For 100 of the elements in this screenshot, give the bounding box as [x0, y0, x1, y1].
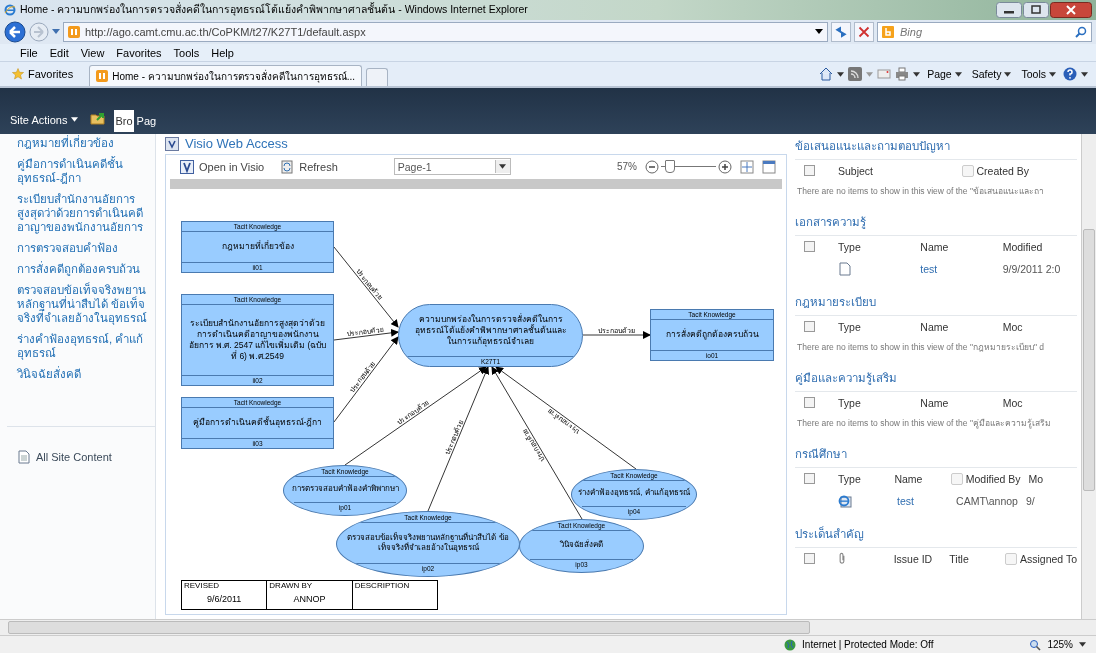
nav-link[interactable]: ตรวจสอบข้อเท็จจริงพยานหลักฐานที่น่าสืบได้ ข้อเท็จจริงที่จำเลยอ้างในอุทธรณ์	[7, 280, 155, 327]
list-title[interactable]: ประเด็นสำคัญ	[795, 521, 1077, 548]
minimize-button[interactable]	[996, 1, 1022, 18]
select-all-checkbox[interactable]	[804, 473, 815, 485]
menu-item[interactable]: View	[80, 46, 105, 59]
nav-link[interactable]: ระเบียบสำนักงานอัยการสูงสุดว่าด้วยการดำเนินคดีอาญาของพนักงานอัยการ	[7, 189, 155, 236]
caret-icon[interactable]	[837, 71, 845, 77]
command-menu[interactable]: Page	[924, 68, 965, 81]
list-title[interactable]: ข้อเสนอแนะและถามตอบปัญหา	[795, 133, 1077, 160]
command-menu[interactable]: Tools	[1018, 68, 1059, 81]
nav-link[interactable]: วินิจฉัยสั่งคดี	[7, 364, 155, 383]
column-header[interactable]: Name	[894, 472, 923, 485]
zoom-menu[interactable]: 125%	[1047, 639, 1073, 651]
filter-checkbox[interactable]	[961, 164, 974, 177]
column-header[interactable]: Type	[838, 320, 861, 333]
caret-icon	[954, 71, 962, 77]
column-header[interactable]: Subject	[838, 164, 874, 177]
caret-icon[interactable]	[1079, 642, 1086, 648]
column-header[interactable]: Assigned To	[1019, 552, 1077, 565]
horizontal-scrollbar[interactable]	[0, 619, 1096, 636]
select-all-checkbox[interactable]	[804, 397, 815, 409]
column-header[interactable]: Name	[920, 240, 949, 253]
magnifier-icon[interactable]	[1029, 638, 1042, 651]
zoom-level: 57%	[617, 161, 637, 173]
caret-icon	[1049, 71, 1056, 77]
column-header[interactable]: Moc	[1002, 320, 1023, 333]
column-header[interactable]: Issue ID	[893, 552, 933, 565]
list-title[interactable]: เอกสารความรู้	[795, 209, 1077, 236]
column-header[interactable]: Modified By	[965, 472, 1021, 485]
zoom-in-icon[interactable]	[718, 159, 732, 174]
address-field[interactable]: http://ago.camt.cmu.ac.th/CoPKM/t27/K27T1/default.aspx	[63, 21, 828, 42]
item-link[interactable]: test	[897, 494, 914, 507]
node-title: ระเบียบสำนักงานอัยการสูงสุดว่าด้วยการดำเนินคดีอาญาของพนักงานอัยการ พ.ศ. 2547 แก้ไขเพิ่มเติม (ฉบับที่ 6) พ.ศ.2549	[187, 316, 328, 363]
search-field[interactable]: Bing	[877, 21, 1092, 42]
home-icon[interactable]	[819, 67, 834, 82]
title-block-label: REVISED	[183, 580, 220, 591]
ribbon-tab[interactable]: Bro	[114, 109, 134, 132]
column-header[interactable]: Modified	[1002, 240, 1043, 253]
help-icon[interactable]	[1063, 67, 1077, 82]
list-title[interactable]: คู่มือและความรู้เสริม	[795, 365, 1077, 392]
menu-item[interactable]: Edit	[49, 46, 69, 59]
page-dropdown[interactable]: Page-1	[393, 158, 511, 176]
maximize-button[interactable]	[1023, 1, 1049, 18]
column-header[interactable]: Title	[949, 552, 969, 565]
nav-link[interactable]: การสั่งคดีถูกต้องครบถ้วน	[7, 259, 155, 278]
nav-link[interactable]: ร่างคำฟ้องอุทธรณ์, คำแก้อุทธรณ์	[7, 329, 155, 362]
feed-icon[interactable]	[848, 67, 863, 82]
caret-icon[interactable]	[1081, 71, 1088, 77]
node-title: วินิจฉัยสั่งคดี	[559, 538, 604, 551]
document-icon	[17, 449, 31, 464]
node-title: กฎหมายที่เกี่ยวข้อง	[220, 239, 295, 254]
nav-link[interactable]: การตรวจสอบคำฟ้อง	[7, 238, 155, 257]
column-header[interactable]: Moc	[1002, 396, 1023, 409]
folder-arrow-icon[interactable]	[90, 110, 107, 125]
column-header[interactable]: Type	[838, 240, 861, 253]
open-in-visio-button[interactable]: Open in Visio	[176, 159, 269, 174]
column-header[interactable]: Type	[838, 396, 861, 409]
list-title[interactable]: กฎหมายระเบียบ	[795, 289, 1077, 316]
column-header[interactable]: Name	[920, 320, 949, 333]
web-part-title: Visio Web Access	[185, 136, 288, 152]
browser-tab[interactable]: Home - ความบกพร่องในการตรวจสั่งคดีในการอุทธรณ์...	[89, 65, 363, 87]
zoom-slider-thumb[interactable]	[665, 160, 676, 174]
command-menu[interactable]: Safety	[968, 68, 1015, 81]
item-link[interactable]: test	[920, 262, 938, 275]
nav-link[interactable]: กฎหมายที่เกี่ยวข้อง	[7, 133, 155, 152]
column-header[interactable]: Mo	[1028, 472, 1044, 485]
select-all-checkbox[interactable]	[804, 321, 815, 333]
select-all-checkbox[interactable]	[804, 241, 815, 253]
select-all-checkbox[interactable]	[804, 165, 815, 177]
site-actions-menu[interactable]: Site Actions	[10, 113, 83, 132]
nav-link[interactable]: คู่มือการดำเนินคดีชั้นอุทธรณ์-ฎีกา	[7, 154, 155, 187]
ribbon-tab[interactable]: Pag	[135, 109, 158, 132]
menu-item[interactable]: Favorites	[116, 46, 162, 59]
menu-item[interactable]: Help	[211, 46, 234, 59]
filter-checkbox[interactable]	[1004, 552, 1017, 565]
all-site-content-link[interactable]: All Site Content	[36, 450, 112, 463]
favorites-button[interactable]: Favorites	[8, 68, 86, 81]
print-icon[interactable]	[895, 67, 910, 82]
fit-to-window-icon[interactable]	[740, 159, 754, 174]
menu-item[interactable]: File	[20, 46, 38, 59]
dropdown-caret-icon[interactable]	[815, 29, 823, 35]
column-header[interactable]: Type	[838, 472, 861, 485]
close-button[interactable]	[1050, 1, 1092, 18]
zoom-out-icon[interactable]	[645, 159, 659, 174]
column-header[interactable]: Created By	[976, 164, 1030, 177]
caret-icon[interactable]	[913, 71, 921, 77]
table-cell: 9/	[1025, 494, 1035, 507]
refresh-icon[interactable]	[831, 21, 851, 42]
list-title[interactable]: กรณีศึกษา	[795, 441, 1077, 468]
full-screen-icon[interactable]	[762, 159, 776, 174]
select-all-checkbox[interactable]	[804, 553, 815, 565]
filter-checkbox[interactable]	[950, 472, 963, 485]
menu-item[interactable]: Tools	[173, 46, 200, 59]
back-button[interactable]	[4, 20, 26, 43]
column-header[interactable]: Name	[920, 396, 949, 409]
window-title: Home - ความบกพร่องในการตรวจสั่งคดีในการอุทธรณ์โต้แย้งคำพิพากษาศาลชั้นต้น - Windows Internet Explorer	[20, 1, 528, 18]
search-icon[interactable]	[1075, 25, 1087, 38]
vertical-scrollbar[interactable]	[1081, 133, 1096, 620]
close-icon[interactable]	[854, 21, 874, 42]
refresh-button[interactable]: Refresh	[276, 159, 342, 174]
